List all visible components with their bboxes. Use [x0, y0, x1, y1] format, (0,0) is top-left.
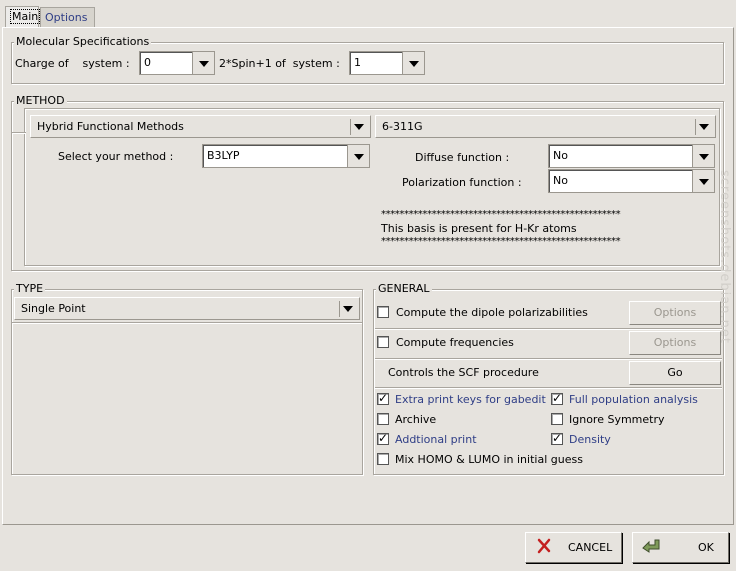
- frequencies-checkbox[interactable]: [377, 336, 389, 348]
- watermark: screenshots.debian.net: [717, 170, 732, 344]
- polarization-value: No: [553, 174, 568, 187]
- cancel-button[interactable]: CANCEL: [525, 532, 622, 563]
- cancel-label: CANCEL: [568, 541, 613, 554]
- tab-main[interactable]: Main: [5, 6, 41, 27]
- method-legend: METHOD: [14, 94, 67, 107]
- polarization-combo[interactable]: No: [548, 169, 715, 193]
- ignore-symmetry-checkbox[interactable]: [551, 413, 563, 425]
- diffuse-value: No: [553, 149, 568, 162]
- general-divider-2: [375, 358, 722, 360]
- basis-value: 6-311G: [382, 120, 423, 133]
- additional-print-label: Addtional print: [395, 433, 477, 446]
- dipole-checkbox[interactable]: [377, 306, 389, 318]
- extra-print-label: Extra print keys for gabedit: [395, 393, 546, 406]
- chevron-down-icon[interactable]: [692, 145, 714, 167]
- diffuse-combo[interactable]: No: [548, 144, 715, 168]
- archive-checkbox[interactable]: [377, 413, 389, 425]
- ok-button[interactable]: OK: [632, 532, 729, 563]
- basis-info-line1: ****************************************…: [381, 209, 621, 220]
- scf-go-button[interactable]: Go: [629, 361, 721, 385]
- general-divider-3: [375, 387, 722, 389]
- chevron-down-icon[interactable]: [350, 119, 366, 135]
- type-legend: TYPE: [14, 282, 46, 295]
- ignore-symmetry-label: Ignore Symmetry: [569, 413, 665, 426]
- additional-print-checkbox[interactable]: [377, 431, 389, 445]
- diffuse-label: Diffuse function :: [415, 151, 510, 164]
- close-icon: [536, 538, 552, 554]
- tab-options[interactable]: Options: [40, 7, 95, 28]
- ok-label: OK: [698, 541, 714, 554]
- spin-label: 2*Spin+1 of system :: [219, 57, 340, 70]
- chevron-down-icon[interactable]: [692, 170, 714, 192]
- dipole-label: Compute the dipole polarizabilities: [396, 306, 588, 319]
- type-divider: [12, 322, 362, 324]
- charge-value: 0: [144, 56, 151, 69]
- ok-arrow-icon: [641, 536, 661, 556]
- method-divider: [12, 132, 26, 134]
- full-population-label: Full population analysis: [569, 393, 698, 406]
- frequencies-options-button[interactable]: Options: [629, 331, 721, 355]
- general-legend: GENERAL: [376, 282, 432, 295]
- dipole-options-button[interactable]: Options: [629, 301, 721, 325]
- frequencies-label: Compute frequencies: [396, 336, 514, 349]
- method-combo[interactable]: B3LYP: [202, 144, 370, 168]
- basis-info-line2: This basis is present for H-Kr atoms: [381, 222, 577, 235]
- spin-combo[interactable]: 1: [349, 51, 425, 75]
- chevron-down-icon[interactable]: [192, 52, 214, 74]
- chevron-down-icon[interactable]: [339, 301, 355, 317]
- molecular-legend: Molecular Specifications: [14, 35, 152, 48]
- mix-homo-lumo-checkbox[interactable]: [377, 453, 389, 465]
- charge-combo[interactable]: 0: [139, 51, 215, 75]
- basis-info-line3: ****************************************…: [381, 236, 621, 247]
- chevron-down-icon[interactable]: [695, 119, 711, 135]
- charge-label: Charge of system :: [15, 57, 130, 70]
- archive-label: Archive: [395, 413, 437, 426]
- method-family-value: Hybrid Functional Methods: [37, 120, 184, 133]
- polarization-label: Polarization function :: [402, 176, 522, 189]
- tab-main-label: Main: [10, 9, 41, 24]
- select-method-label: Select your method :: [58, 150, 174, 163]
- basis-select[interactable]: 6-311G: [375, 115, 716, 138]
- mix-homo-lumo-label: Mix HOMO & LUMO in initial guess: [395, 453, 583, 466]
- scf-label: Controls the SCF procedure: [388, 366, 539, 379]
- spin-value: 1: [354, 56, 361, 69]
- method-value: B3LYP: [207, 149, 240, 162]
- method-family-select[interactable]: Hybrid Functional Methods: [30, 115, 371, 138]
- type-select[interactable]: Single Point: [14, 297, 360, 320]
- density-label: Density: [569, 433, 611, 446]
- extra-print-checkbox[interactable]: [377, 391, 389, 405]
- density-checkbox[interactable]: [551, 431, 563, 445]
- general-divider-1: [375, 328, 722, 330]
- tab-options-label: Options: [45, 11, 88, 24]
- type-value: Single Point: [21, 302, 86, 315]
- chevron-down-icon[interactable]: [347, 145, 369, 167]
- full-population-checkbox[interactable]: [551, 391, 563, 405]
- chevron-down-icon[interactable]: [402, 52, 424, 74]
